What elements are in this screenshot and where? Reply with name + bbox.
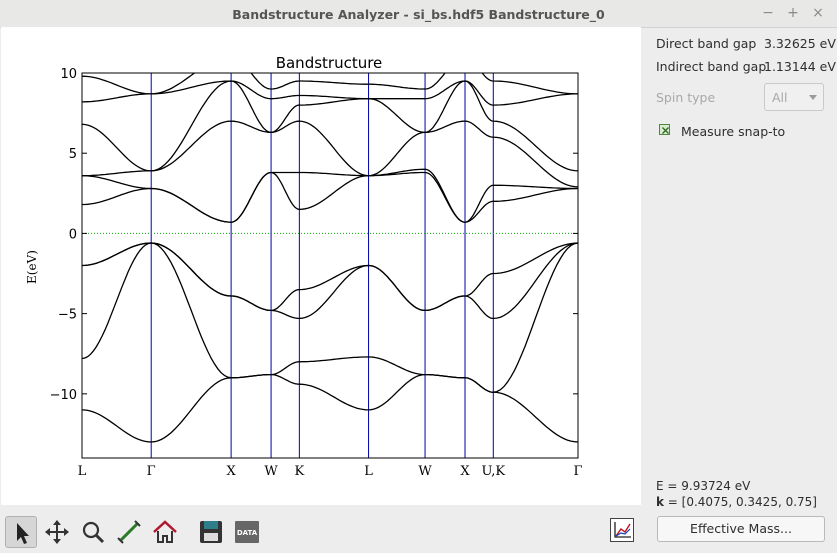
pan-icon <box>45 520 69 544</box>
kpoint-label: W <box>418 464 432 479</box>
y-tick-label: 0 <box>69 227 77 242</box>
band-line-4 <box>82 242 578 312</box>
band-line-1 <box>82 373 578 443</box>
kpoint-label: X <box>226 464 236 479</box>
kpoint-label: Γ <box>147 464 156 479</box>
direct-gap-label: Direct band gap <box>656 36 757 51</box>
zoom-tool-button[interactable] <box>77 516 109 548</box>
kpoint-label: L <box>364 464 373 479</box>
kpoint-label: W <box>264 464 278 479</box>
plot-title: Bandstructure <box>276 54 383 72</box>
indirect-gap-label: Indirect band gap <box>656 59 767 74</box>
data-icon: DATA <box>235 521 259 543</box>
home-button[interactable] <box>149 516 181 548</box>
home-icon <box>153 520 177 543</box>
close-icon[interactable]: × <box>810 5 826 21</box>
measure-tool-button[interactable] <box>113 516 145 548</box>
band-line-8 <box>82 80 578 172</box>
snap-to-checkbox[interactable] <box>659 124 670 135</box>
title-bar: Bandstructure Analyzer - si_bs.hdf5 Band… <box>0 0 837 28</box>
maximize-icon[interactable]: + <box>785 5 801 21</box>
kpoint-label: X <box>460 464 470 479</box>
plot-canvas[interactable]: Bandstructure E(eV) 10 5 0 −5 −10 L Γ X W K L W X U,… <box>1 27 641 505</box>
save-icon <box>200 521 222 543</box>
zoom-icon <box>82 521 105 544</box>
pointer-icon <box>17 523 29 544</box>
y-tick-label: −5 <box>58 308 77 323</box>
y-tick-label: 5 <box>69 147 77 162</box>
spin-type-select[interactable]: All <box>764 83 824 111</box>
minimize-icon[interactable]: − <box>760 5 776 21</box>
axes-frame <box>81 72 579 459</box>
pointer-tool-button[interactable] <box>5 516 37 548</box>
band-line-7 <box>82 120 578 188</box>
kpoint-label: Γ <box>573 464 582 479</box>
energy-readout: E = 9.93724 eV <box>656 479 751 493</box>
y-tick-label: 10 <box>60 67 77 82</box>
kpoint-label: K <box>294 464 304 479</box>
plot-toolbar: DATA Effective Mass... <box>0 507 837 553</box>
band-line-3 <box>82 242 578 320</box>
band-line-2 <box>82 242 578 393</box>
y-tick-label: −10 <box>50 388 77 403</box>
export-data-button[interactable]: DATA <box>231 516 263 548</box>
info-panel: Direct band gap 3.32625 eV Indirect band… <box>642 27 837 505</box>
pan-tool-button[interactable] <box>41 516 73 548</box>
kpoint-label: L <box>78 464 87 479</box>
direct-gap-value: 3.32625 eV <box>764 36 836 51</box>
band-line-5 <box>82 171 578 223</box>
svg-text:DATA: DATA <box>237 529 258 537</box>
measure-icon <box>117 520 141 544</box>
save-button[interactable] <box>195 516 227 548</box>
check-icon <box>662 127 669 134</box>
bandstructure-plot[interactable]: Bandstructure E(eV) 10 5 0 −5 −10 L Γ X W K L W X U,… <box>1 27 641 505</box>
kpoint-label: U,K <box>481 464 505 479</box>
spin-type-value: All <box>772 90 788 105</box>
cursor-readout: E = 9.93724 eV k = [0.4075, 0.3425, 0.75… <box>656 478 817 510</box>
window-title: Bandstructure Analyzer - si_bs.hdf5 Band… <box>232 7 605 22</box>
chevron-down-icon <box>809 95 817 100</box>
spin-type-label: Spin type <box>656 90 716 105</box>
figure-options-icon[interactable] <box>610 518 634 542</box>
indirect-gap-value: 1.13144 eV <box>764 59 836 74</box>
effective-mass-button[interactable]: Effective Mass... <box>657 516 825 542</box>
y-axis-label: E(eV) <box>25 250 39 284</box>
snap-to-label[interactable]: Measure snap-to <box>681 124 785 139</box>
